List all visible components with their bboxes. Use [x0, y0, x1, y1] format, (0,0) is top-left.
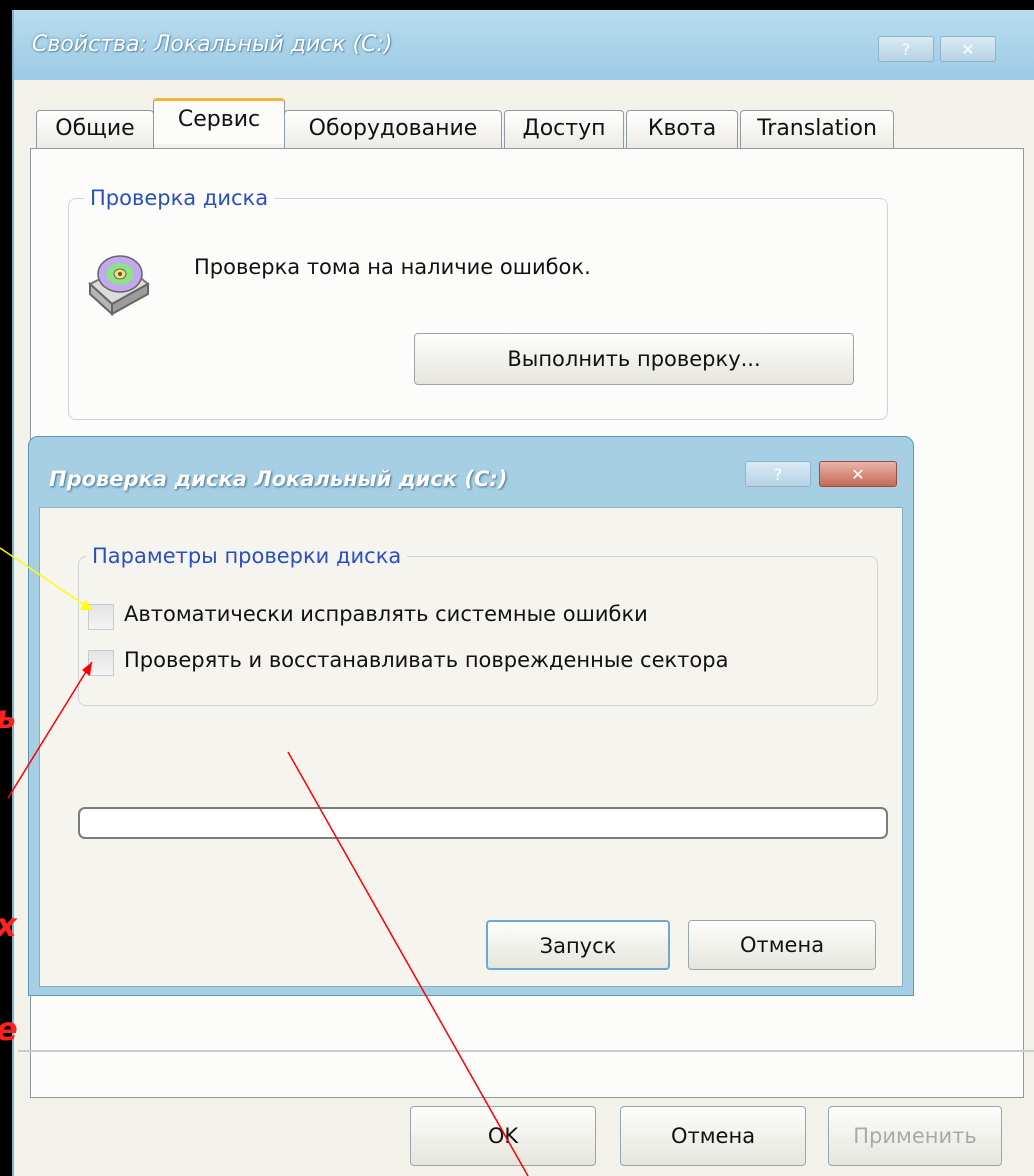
annotation-arrows — [0, 547, 529, 1176]
red-arrow-line-1 — [7, 661, 93, 799]
yellow-arrowhead — [80, 600, 92, 610]
red-arrow-line-2 — [287, 751, 529, 1176]
red-arrowhead-1 — [82, 662, 92, 676]
tab-service[interactable]: Сервис — [153, 98, 285, 144]
yellow-arrow-line — [0, 547, 93, 611]
